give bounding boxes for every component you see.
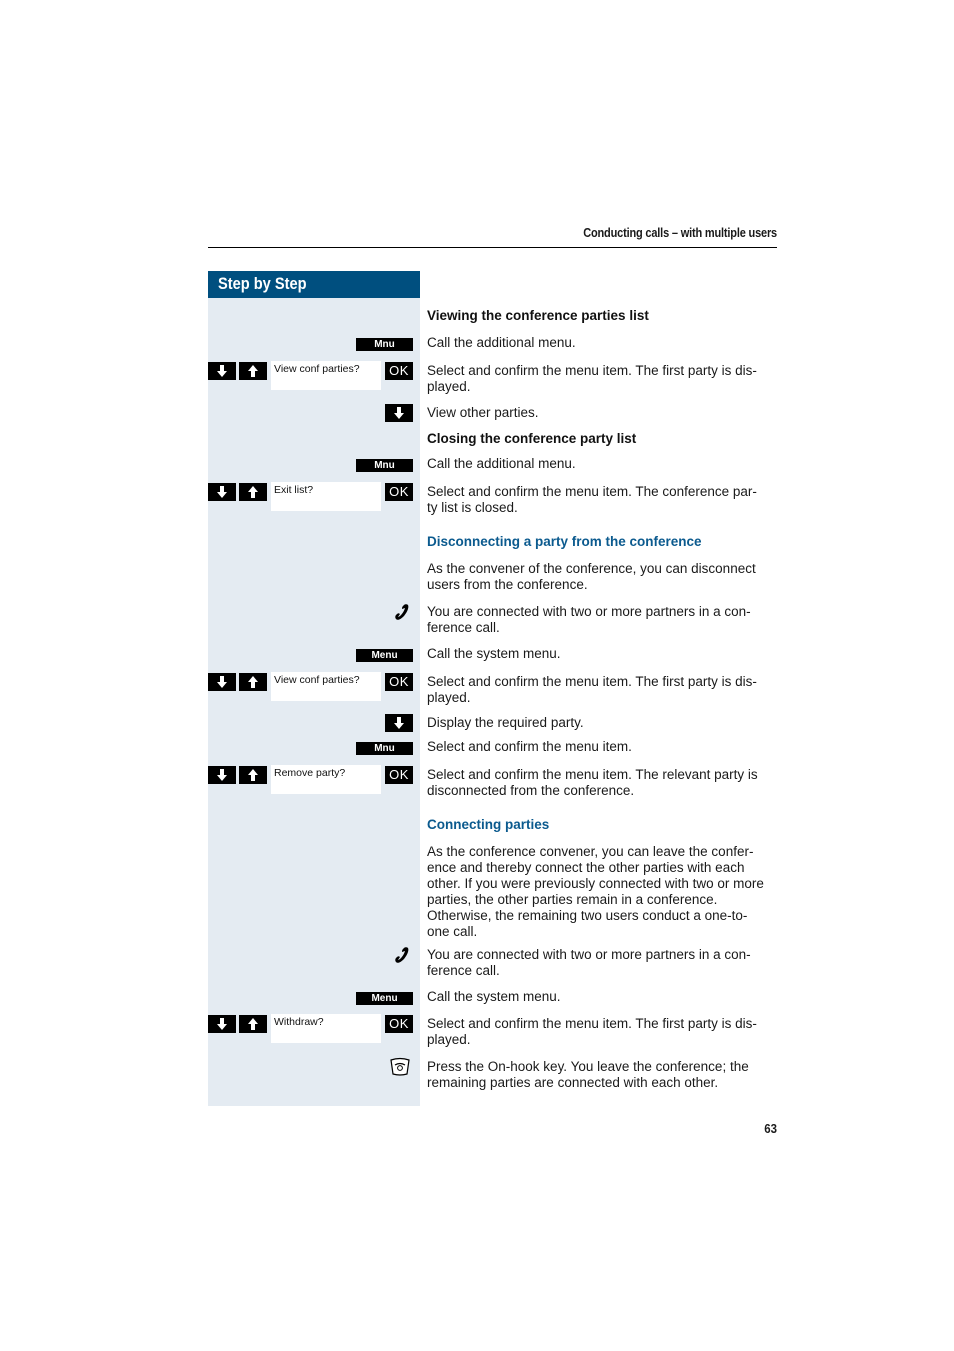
down-key[interactable] (208, 362, 236, 380)
arrow-up-icon (246, 675, 260, 689)
intro-text: As the convener of the conference, you c… (427, 561, 756, 592)
up-key[interactable] (239, 362, 267, 380)
arrow-down-icon (392, 406, 406, 420)
step-text: Select and confirm the menu item. The fi… (427, 674, 757, 705)
step-text: You are connected with two or more partn… (427, 604, 751, 635)
up-key[interactable] (239, 483, 267, 501)
step-text: Select and confirm the menu item. The fi… (427, 1016, 757, 1047)
arrow-up-icon (246, 768, 260, 782)
step-text: View other parties. (427, 405, 539, 420)
mnu-softkey[interactable]: Mnu (356, 459, 413, 472)
step-text: Call the system menu. (427, 646, 561, 661)
down-key[interactable] (208, 483, 236, 501)
display-view-conf-parties: View conf parties? (271, 672, 381, 701)
arrow-down-icon (215, 364, 229, 378)
heading-disconnecting: Disconnecting a party from the conferenc… (427, 534, 702, 549)
arrow-down-icon (392, 716, 406, 730)
display-exit-list: Exit list? (271, 482, 381, 511)
header-rule (208, 247, 777, 248)
display-withdraw: Withdraw? (271, 1014, 381, 1043)
heading-connecting: Connecting parties (427, 817, 550, 832)
on-hook-key-icon[interactable] (389, 1057, 411, 1077)
step-by-step-title: Step by Step (218, 274, 307, 293)
mnu-softkey[interactable]: Mnu (356, 742, 413, 755)
ok-key[interactable]: OK (385, 766, 413, 784)
up-key[interactable] (239, 673, 267, 691)
step-text: Call the additional menu. (427, 456, 576, 471)
down-key[interactable] (385, 404, 413, 422)
step-text: Display the required party. (427, 715, 584, 730)
ok-key[interactable]: OK (385, 362, 413, 380)
ok-key[interactable]: OK (385, 483, 413, 501)
arrow-up-icon (246, 485, 260, 499)
page-number: 63 (764, 1121, 777, 1136)
arrow-down-icon (215, 485, 229, 499)
arrow-down-icon (215, 675, 229, 689)
display-view-conf-parties: View conf parties? (271, 361, 381, 390)
down-key[interactable] (208, 766, 236, 784)
display-remove-party: Remove party? (271, 765, 381, 794)
step-text: You are connected with two or more partn… (427, 947, 751, 978)
ok-key[interactable]: OK (385, 1015, 413, 1033)
step-text: Call the additional menu. (427, 335, 576, 350)
step-text: Press the On-hook key. You leave the con… (427, 1059, 749, 1090)
down-key[interactable] (208, 673, 236, 691)
handset-icon (393, 603, 413, 623)
step-text: Select and confirm the menu item. The co… (427, 484, 757, 515)
step-text: Call the system menu. (427, 989, 561, 1004)
down-key[interactable] (208, 1015, 236, 1033)
running-head: Conducting calls – with multiple users (583, 226, 777, 240)
down-key[interactable] (385, 714, 413, 732)
handset-icon (393, 946, 413, 966)
menu-softkey[interactable]: Menu (356, 649, 413, 662)
heading-closing-list: Closing the conference party list (427, 431, 637, 446)
arrow-up-icon (246, 364, 260, 378)
up-key[interactable] (239, 1015, 267, 1033)
mnu-softkey[interactable]: Mnu (356, 338, 413, 351)
step-text: Select and confirm the menu item. (427, 739, 632, 754)
arrow-up-icon (246, 1017, 260, 1031)
menu-softkey[interactable]: Menu (356, 992, 413, 1005)
up-key[interactable] (239, 766, 267, 784)
intro-text: As the conference convener, you can leav… (427, 844, 764, 939)
arrow-down-icon (215, 1017, 229, 1031)
step-text: Select and confirm the menu item. The re… (427, 767, 758, 798)
arrow-down-icon (215, 768, 229, 782)
ok-key[interactable]: OK (385, 673, 413, 691)
heading-viewing-list: Viewing the conference parties list (427, 308, 649, 323)
step-text: Select and confirm the menu item. The fi… (427, 363, 757, 394)
step-by-step-header: Step by Step (208, 271, 420, 298)
